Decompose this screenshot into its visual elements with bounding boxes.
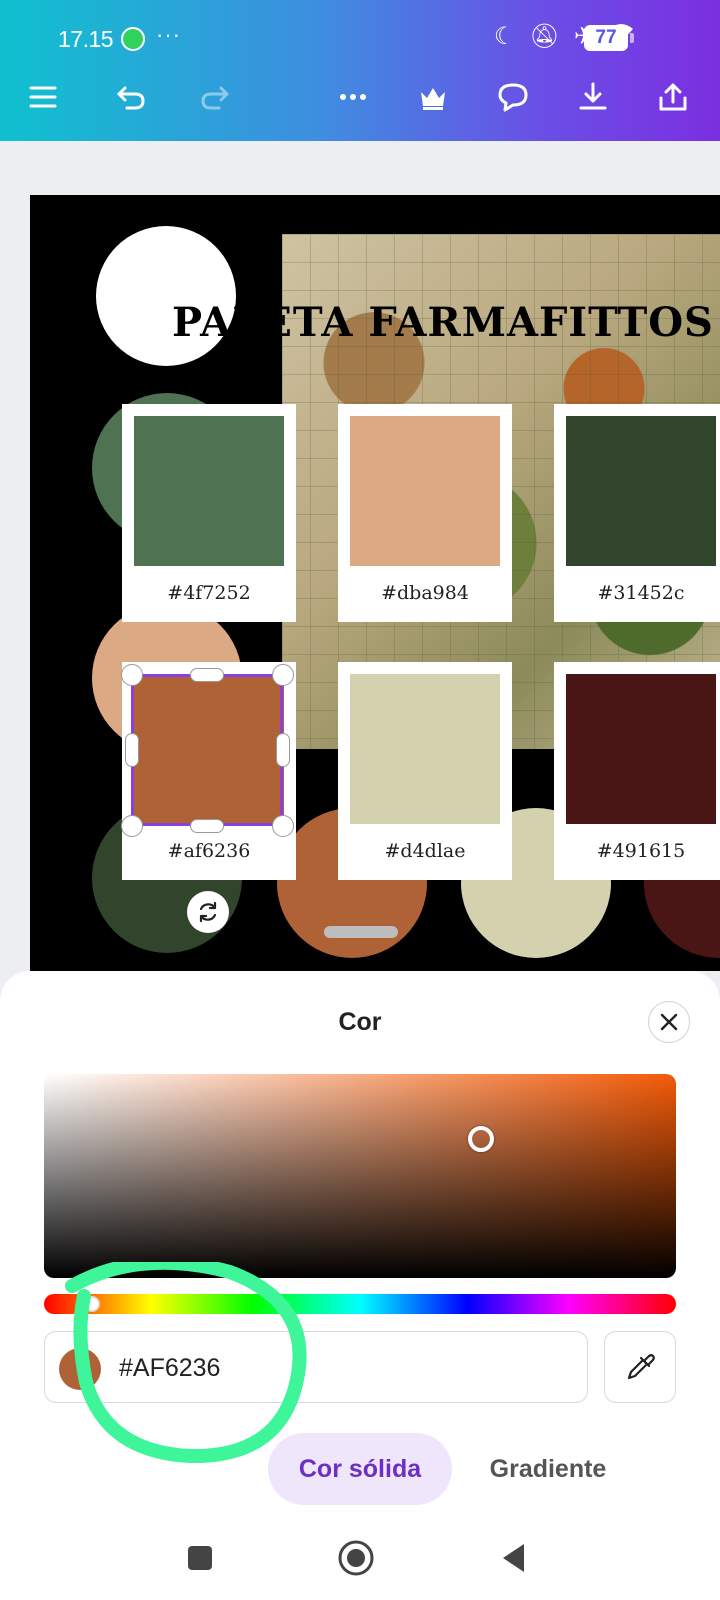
premium-button[interactable] [410, 74, 456, 120]
moon-icon: ☾ [493, 23, 516, 50]
swatch-label: #491615 [596, 840, 686, 862]
more-notifications-icon: ··· [156, 22, 181, 47]
square-icon [188, 1546, 212, 1570]
tab-solid-color[interactable]: Cor sólida [268, 1433, 452, 1505]
share-button[interactable] [650, 74, 696, 120]
battery-indicator: 77 [584, 25, 634, 51]
resize-handle-top-left[interactable] [121, 664, 143, 686]
rotate-button[interactable] [187, 891, 229, 933]
swatch-color [350, 674, 500, 824]
back-button[interactable] [492, 1536, 536, 1580]
resize-handle-bottom[interactable] [190, 819, 224, 833]
redo-icon [201, 86, 229, 110]
eyedropper-icon [627, 1354, 655, 1380]
sheet-title: Cor [338, 1008, 382, 1036]
design-title[interactable]: PALETA FARMAFITTOS [172, 299, 714, 346]
comment-icon [498, 83, 528, 112]
download-icon [579, 82, 607, 110]
whatsapp-icon [121, 27, 145, 51]
undo-icon [117, 86, 145, 110]
swatch-label: #af6236 [167, 840, 251, 862]
saturation-brightness-picker[interactable] [44, 1074, 676, 1278]
color-sheet [0, 971, 720, 1600]
swatch-card[interactable]: #31452c [554, 404, 720, 622]
resize-handle-bottom-right[interactable] [272, 815, 294, 837]
swatch-card[interactable]: #dba984 [338, 404, 512, 622]
home-button[interactable] [334, 1536, 378, 1580]
swatch-card[interactable]: #4f7252 [122, 404, 296, 622]
swatch-card[interactable]: #491615 [554, 662, 720, 880]
swatch-color [350, 416, 500, 566]
swatch-label: #31452c [597, 582, 685, 604]
top-bar: 17.15 ··· ☾ 🔕︎ ✈ 77 [0, 0, 720, 141]
bell-off-icon: 🔕︎ [529, 23, 560, 50]
close-button[interactable] [648, 1001, 690, 1043]
status-bar: 17.15 ··· ☾ 🔕︎ ✈ 77 [0, 0, 720, 76]
resize-handle-left[interactable] [125, 733, 139, 767]
comment-button[interactable] [490, 74, 536, 120]
menu-button[interactable] [20, 74, 66, 120]
editor-canvas[interactable]: PALETA FARMAFITTOS #4f7252 #dba984 #3145… [0, 141, 720, 971]
swatch-color [134, 416, 284, 566]
close-icon [660, 1013, 678, 1031]
resize-handle-top-right[interactable] [272, 664, 294, 686]
swatch-color [566, 674, 716, 824]
swatch-card[interactable]: #d4dlae [338, 662, 512, 880]
hue-slider-knob[interactable] [84, 1296, 100, 1312]
sheet-drag-handle[interactable] [324, 926, 398, 938]
home-circle-icon [338, 1540, 374, 1576]
hamburger-icon [29, 86, 57, 108]
swatch-label: #4f7252 [167, 582, 251, 604]
hue-slider[interactable] [44, 1294, 676, 1314]
hex-input[interactable] [119, 1354, 419, 1383]
undo-button[interactable] [108, 74, 154, 120]
eyedropper-button[interactable] [604, 1331, 676, 1403]
more-options-button[interactable] [330, 74, 376, 120]
download-button[interactable] [570, 74, 616, 120]
hex-input-field[interactable] [44, 1331, 588, 1403]
ellipsis-icon [340, 94, 366, 100]
design-page[interactable]: PALETA FARMAFITTOS #4f7252 #dba984 #3145… [30, 195, 720, 971]
swatch-color [566, 416, 716, 566]
android-nav-bar [0, 1510, 720, 1600]
swatch-label: #d4dlae [384, 840, 466, 862]
rotate-icon [199, 901, 217, 923]
share-icon [659, 83, 687, 111]
swatch-label: #dba984 [381, 582, 469, 604]
tab-gradient[interactable]: Gradiente [470, 1433, 626, 1505]
recents-button[interactable] [178, 1536, 222, 1580]
back-triangle-icon [503, 1544, 524, 1572]
resize-handle-right[interactable] [276, 733, 290, 767]
resize-handle-top[interactable] [190, 668, 224, 682]
current-color-preview [59, 1348, 101, 1390]
selection-frame [131, 674, 283, 826]
saturation-picker-knob[interactable] [468, 1126, 494, 1152]
resize-handle-bottom-left[interactable] [121, 815, 143, 837]
crown-icon [421, 88, 445, 110]
status-time: 17.15 [58, 26, 114, 52]
redo-button[interactable] [192, 74, 238, 120]
